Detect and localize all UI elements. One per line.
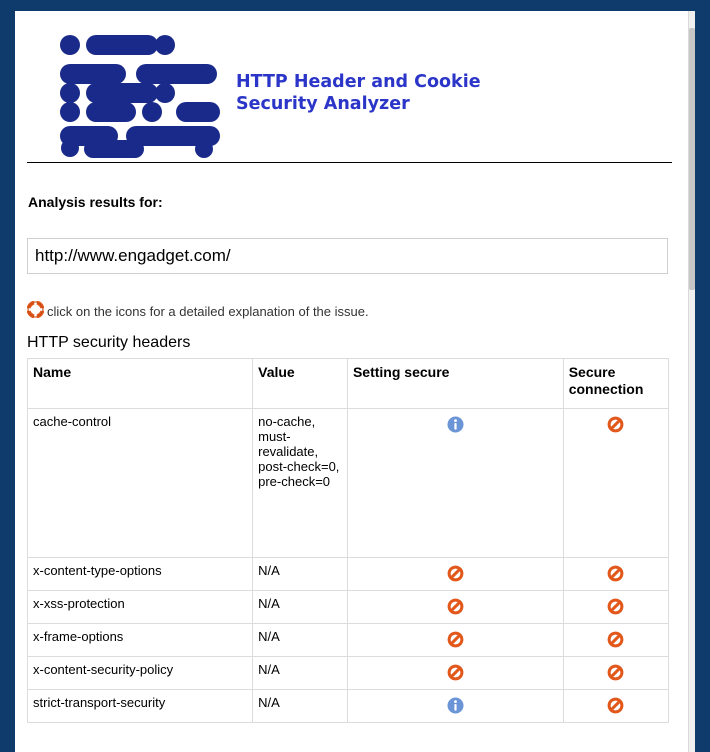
setting-secure-cell <box>346 656 564 690</box>
setting-secure-cell <box>346 557 564 591</box>
column-header-value: Value <box>252 358 348 409</box>
table-row: cache-control no-cache, must-revalidate, … <box>26 408 670 558</box>
no-entry-icon[interactable] <box>607 631 624 648</box>
secure-connection-cell <box>562 408 670 558</box>
header-value: N/A <box>252 623 348 657</box>
scrollbar-thumb[interactable] <box>689 28 695 290</box>
no-entry-icon[interactable] <box>447 565 464 582</box>
analysis-heading: Analysis results for: <box>28 194 163 210</box>
security-headers-table: Name Value Setting secure Secure connect… <box>26 358 670 723</box>
setting-secure-cell <box>346 408 564 558</box>
table-row: x-content-security-policy N/A <box>26 656 670 690</box>
hint-line: click on the icons for a detailed explan… <box>26 300 369 321</box>
info-icon[interactable] <box>447 697 464 714</box>
secure-connection-cell <box>562 689 670 723</box>
no-entry-icon[interactable] <box>447 598 464 615</box>
table-header-row: Name Value Setting secure Secure connect… <box>26 358 670 409</box>
info-icon[interactable] <box>447 416 464 433</box>
no-entry-icon[interactable] <box>607 598 624 615</box>
header-value-text: N/A <box>258 596 280 611</box>
analyzed-url: http://www.engadget.com/ <box>27 238 668 274</box>
hcsa-logo <box>44 22 224 162</box>
header-name: x-frame-options <box>26 623 254 657</box>
header-value: N/A <box>252 656 348 690</box>
table-row: x-frame-options N/A <box>26 623 670 657</box>
lifebuoy-icon <box>26 300 45 321</box>
table-row: x-xss-protection N/A <box>26 590 670 624</box>
app-title-line1: HTTP Header and Cookie <box>236 72 481 92</box>
header-value-text: N/A <box>258 563 280 578</box>
column-header-name: Name <box>26 358 254 409</box>
hint-text: click on the icons for a detailed explan… <box>47 303 369 319</box>
header-value-text: N/A <box>258 629 280 644</box>
setting-secure-cell <box>346 590 564 624</box>
header-name: x-xss-protection <box>26 590 254 624</box>
table-row: strict-transport-security N/A <box>26 689 670 723</box>
no-entry-icon[interactable] <box>607 565 624 582</box>
secure-connection-cell <box>562 557 670 591</box>
setting-secure-cell <box>346 623 564 657</box>
header-value-text: no-cache, must-revalidate, post-check=0,… <box>258 414 340 489</box>
secure-connection-cell <box>562 656 670 690</box>
app-title-line2: Security Analyzer <box>236 94 410 114</box>
no-entry-icon[interactable] <box>607 416 624 433</box>
header-name: x-content-security-policy <box>26 656 254 690</box>
header-name: cache-control <box>26 408 254 558</box>
column-header-setting-secure: Setting secure <box>346 358 564 409</box>
no-entry-icon[interactable] <box>447 664 464 681</box>
header-value: N/A <box>252 590 348 624</box>
header-value-text: N/A <box>258 662 280 677</box>
header-value: no-cache, must-revalidate, post-check=0,… <box>252 408 348 558</box>
header-name: x-content-type-options <box>26 557 254 591</box>
table-row: x-content-type-options N/A <box>26 557 670 591</box>
header-value: N/A <box>252 689 348 723</box>
section-title: HTTP security headers <box>27 334 191 351</box>
column-header-secure-connection: Secure connection <box>562 358 670 409</box>
no-entry-icon[interactable] <box>607 664 624 681</box>
no-entry-icon[interactable] <box>447 631 464 648</box>
header-name: strict-transport-security <box>26 689 254 723</box>
secure-connection-cell <box>562 623 670 657</box>
divider <box>27 162 672 163</box>
header-value-text: N/A <box>258 695 280 710</box>
header-value: N/A <box>252 557 348 591</box>
setting-secure-cell <box>346 689 564 723</box>
app-title: HTTP Header and Cookie Security Analyzer <box>236 71 481 115</box>
secure-connection-cell <box>562 590 670 624</box>
no-entry-icon[interactable] <box>607 697 624 714</box>
